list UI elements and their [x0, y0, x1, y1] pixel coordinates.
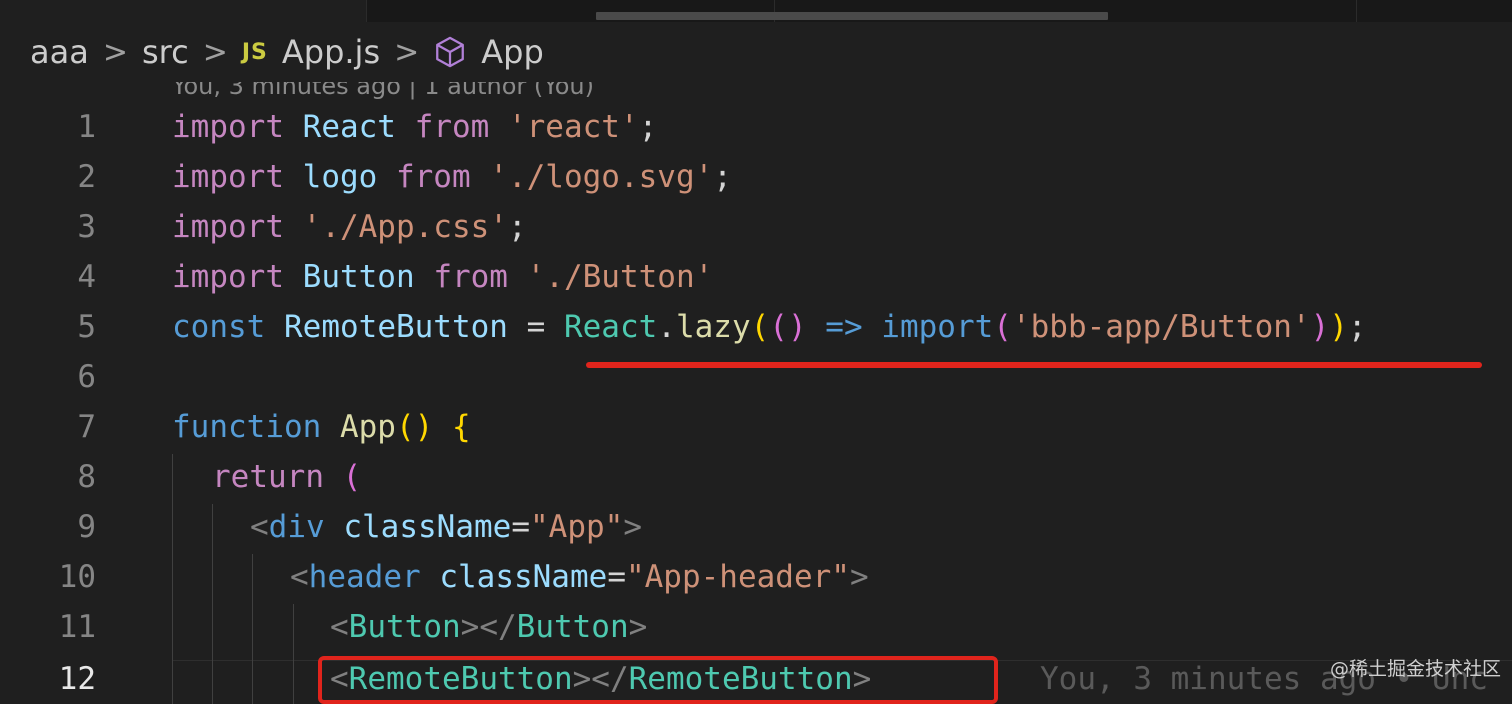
breadcrumb-folder-src[interactable]: src [142, 33, 189, 71]
editor-tab-area[interactable] [0, 0, 366, 22]
code-line: 4 import Button from './Button' [0, 252, 1512, 302]
tab-scrollbar[interactable] [596, 12, 1108, 20]
line-number: 11 [58, 609, 96, 645]
code-line: 6 [0, 352, 1512, 402]
line-number: 5 [77, 309, 96, 345]
code-text[interactable]: return ( [212, 452, 361, 502]
code-line: 2 import logo from './logo.svg'; [0, 152, 1512, 202]
tab-separator [1356, 0, 1357, 22]
code-line: 9 <div className="App"> [0, 502, 1512, 552]
code-line: 5 const RemoteButton = React.lazy(() => … [0, 302, 1512, 352]
tab-strip [0, 0, 1512, 22]
breadcrumb-file-appjs[interactable]: App.js [282, 33, 380, 71]
symbol-class-icon [436, 36, 465, 68]
line-number: 1 [77, 109, 96, 145]
tab-separator [366, 0, 367, 22]
line-number: 12 [58, 661, 96, 697]
code-line: 3 import './App.css'; [0, 202, 1512, 252]
breadcrumb: aaa > src > JS App.js > App [0, 22, 1512, 82]
code-text[interactable]: import './App.css'; [172, 202, 527, 252]
codelens-blame[interactable]: You, 3 minutes ago | 1 author (You) [172, 82, 594, 100]
code-editor[interactable]: You, 3 minutes ago | 1 author (You) 1 im… [0, 82, 1512, 704]
javascript-file-icon: JS [241, 39, 268, 65]
code-text[interactable]: import Button from './Button' [172, 252, 713, 302]
line-number: 4 [77, 259, 96, 295]
line-number: 10 [58, 559, 96, 595]
line-number: 8 [77, 459, 96, 495]
code-line: 8 return ( [0, 452, 1512, 502]
code-text[interactable]: function App() { [172, 402, 471, 452]
watermark: @稀土掘金技术社区 [1330, 658, 1502, 680]
chevron-right-icon: > [202, 34, 228, 70]
line-number: 2 [77, 159, 96, 195]
line-number: 9 [77, 509, 96, 545]
code-text[interactable]: <div className="App"> [250, 502, 642, 552]
code-line: 7 function App() { [0, 402, 1512, 452]
red-box-annotation [318, 656, 998, 704]
code-text[interactable]: import React from 'react'; [172, 102, 657, 152]
breadcrumb-symbol-app[interactable]: App [481, 33, 544, 71]
chevron-right-icon: > [394, 34, 420, 70]
code-text[interactable]: <Button></Button> [330, 602, 647, 652]
line-number: 3 [77, 209, 96, 245]
code-text[interactable]: const RemoteButton = React.lazy(() => im… [172, 302, 1367, 352]
code-line: 10 <header className="App-header"> [0, 552, 1512, 602]
code-text[interactable]: import logo from './logo.svg'; [172, 152, 732, 202]
breadcrumb-folder-aaa[interactable]: aaa [30, 33, 89, 71]
code-text[interactable]: <header className="App-header"> [290, 552, 869, 602]
line-number: 6 [77, 359, 96, 395]
code-line: 1 import React from 'react'; [0, 102, 1512, 152]
line-number: 7 [77, 409, 96, 445]
code-line: 11 <Button></Button> [0, 602, 1512, 652]
chevron-right-icon: > [102, 34, 128, 70]
